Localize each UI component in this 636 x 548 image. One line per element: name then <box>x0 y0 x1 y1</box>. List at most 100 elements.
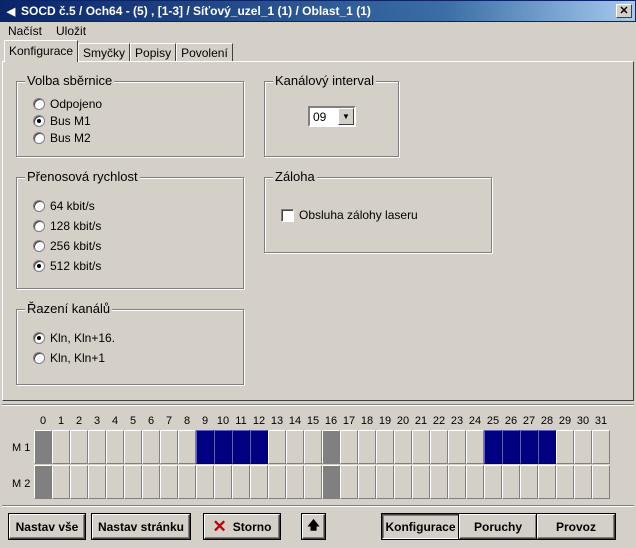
channel-cell[interactable] <box>88 465 106 499</box>
channel-cell[interactable] <box>358 430 376 464</box>
channel-cell[interactable] <box>70 465 88 499</box>
channel-cell[interactable] <box>520 430 538 464</box>
radio-bus-m2[interactable]: Bus M2 <box>33 131 91 145</box>
channel-number: 8 <box>183 415 191 427</box>
channel-cell[interactable] <box>430 465 448 499</box>
channel-cell[interactable] <box>466 465 484 499</box>
channel-cell[interactable] <box>142 465 160 499</box>
mode-konfigurace-button[interactable]: Konfigurace <box>381 513 460 540</box>
channel-cell[interactable] <box>142 430 160 464</box>
radio-indicator <box>33 240 45 252</box>
channel-cell[interactable] <box>358 465 376 499</box>
channel-cell[interactable] <box>448 430 466 464</box>
channel-cell[interactable] <box>592 465 610 499</box>
channel-cell[interactable] <box>394 465 412 499</box>
channel-cell[interactable] <box>70 430 88 464</box>
set-all-button[interactable]: Nastav vše <box>8 513 86 540</box>
channel-cell[interactable] <box>52 465 70 499</box>
channel-number: 16 <box>324 415 338 427</box>
channel-cell[interactable] <box>592 430 610 464</box>
channel-cell[interactable] <box>268 430 286 464</box>
channel-cell[interactable] <box>340 430 358 464</box>
channel-cell[interactable] <box>34 430 52 464</box>
radio-order-1[interactable]: Kln, Kln+1 <box>33 351 105 365</box>
channel-cell[interactable] <box>484 465 502 499</box>
menu-item-load[interactable]: Načíst <box>0 23 48 40</box>
channel-cell[interactable] <box>484 430 502 464</box>
menu-item-save[interactable]: Uložit <box>48 23 92 40</box>
channel-cell[interactable] <box>412 465 430 499</box>
radio-label: Bus M2 <box>50 131 91 145</box>
interval-select[interactable]: 09 ▼ <box>308 106 356 127</box>
tab-konfigurace[interactable]: Konfigurace <box>4 40 79 62</box>
channel-cell[interactable] <box>340 465 358 499</box>
channel-cell[interactable] <box>304 465 322 499</box>
channel-cell[interactable] <box>88 430 106 464</box>
tab-strip: Konfigurace Smyčky Popisy Povolení <box>4 40 233 62</box>
window-icon[interactable]: ◀ <box>3 5 19 18</box>
channel-cell[interactable] <box>34 465 52 499</box>
channel-cell[interactable] <box>502 430 520 464</box>
radio-bus-m1[interactable]: Bus M1 <box>33 114 91 128</box>
channel-cell[interactable] <box>394 430 412 464</box>
channel-cell[interactable] <box>430 430 448 464</box>
tab-povoleni[interactable]: Povolení <box>176 43 233 62</box>
channel-cell[interactable] <box>232 465 250 499</box>
channel-cell[interactable] <box>502 465 520 499</box>
channel-cell[interactable] <box>322 465 340 499</box>
up-button[interactable]: 🡅 <box>301 513 326 540</box>
channel-cell[interactable] <box>106 430 124 464</box>
channel-cell[interactable] <box>556 430 574 464</box>
channel-cell[interactable] <box>232 430 250 464</box>
close-button[interactable]: ✕ <box>616 4 632 18</box>
channel-cell[interactable] <box>160 465 178 499</box>
channel-number: 28 <box>540 415 554 427</box>
mode-provoz-button[interactable]: Provoz <box>536 513 616 540</box>
channel-cell[interactable] <box>466 430 484 464</box>
chevron-down-icon[interactable]: ▼ <box>338 108 354 125</box>
channel-cell[interactable] <box>214 430 232 464</box>
radio-bus-odpojeno[interactable]: Odpojeno <box>33 97 102 111</box>
channel-cell[interactable] <box>124 465 142 499</box>
set-page-button[interactable]: Nastav stránku <box>91 513 191 540</box>
channel-cell[interactable] <box>250 430 268 464</box>
channel-cell[interactable] <box>412 430 430 464</box>
channel-number: 23 <box>450 415 464 427</box>
channel-cell[interactable] <box>178 430 196 464</box>
channel-cell[interactable] <box>574 430 592 464</box>
radio-speed-64[interactable]: 64 kbit/s <box>33 199 95 213</box>
tab-smycky[interactable]: Smyčky <box>78 43 131 62</box>
channel-cell[interactable] <box>160 430 178 464</box>
cancel-button[interactable]: ✕ Storno <box>203 513 281 540</box>
channel-cell[interactable] <box>538 465 556 499</box>
channel-cell[interactable] <box>214 465 232 499</box>
channel-cell[interactable] <box>268 465 286 499</box>
radio-speed-256[interactable]: 256 kbit/s <box>33 239 101 253</box>
mode-poruchy-button[interactable]: Poruchy <box>458 513 538 540</box>
backup-laser-checkbox[interactable]: Obsluha zálohy laseru <box>281 208 418 222</box>
radio-order-16[interactable]: Kln, Kln+16. <box>33 331 115 345</box>
channel-number: 22 <box>432 415 446 427</box>
channel-cell[interactable] <box>250 465 268 499</box>
radio-speed-128[interactable]: 128 kbit/s <box>33 219 101 233</box>
channel-cell[interactable] <box>538 430 556 464</box>
channel-cell[interactable] <box>304 430 322 464</box>
channel-cell[interactable] <box>448 465 466 499</box>
channel-cell[interactable] <box>376 465 394 499</box>
radio-speed-512[interactable]: 512 kbit/s <box>33 259 101 273</box>
channel-cell[interactable] <box>286 465 304 499</box>
radio-label: 512 kbit/s <box>50 259 102 273</box>
channel-cell[interactable] <box>178 465 196 499</box>
tab-popisy[interactable]: Popisy <box>130 43 177 62</box>
channel-cell[interactable] <box>106 465 124 499</box>
channel-cell[interactable] <box>196 430 214 464</box>
channel-cell[interactable] <box>520 465 538 499</box>
channel-cell[interactable] <box>196 465 214 499</box>
channel-cell[interactable] <box>286 430 304 464</box>
channel-cell[interactable] <box>124 430 142 464</box>
channel-cell[interactable] <box>52 430 70 464</box>
channel-cell[interactable] <box>376 430 394 464</box>
channel-cell[interactable] <box>556 465 574 499</box>
channel-cell[interactable] <box>574 465 592 499</box>
channel-cell[interactable] <box>322 430 340 464</box>
